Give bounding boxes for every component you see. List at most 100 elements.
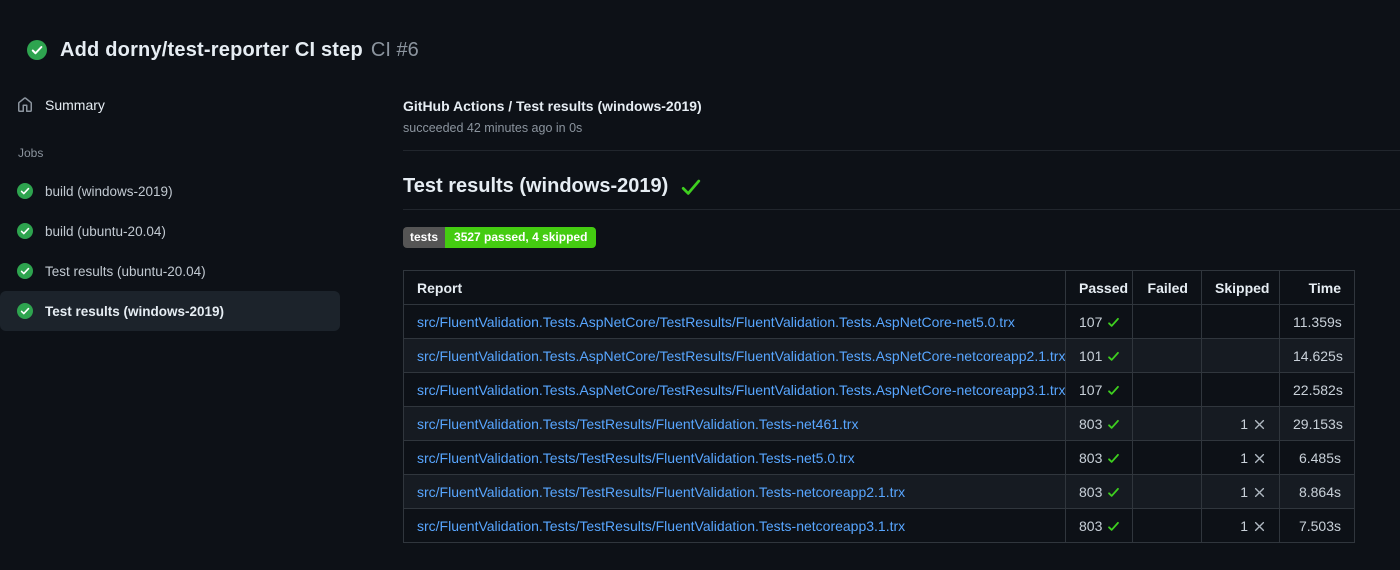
report-link[interactable]: src/FluentValidation.Tests.AspNetCore/Te… — [417, 382, 1065, 398]
report-cell: src/FluentValidation.Tests/TestResults/F… — [403, 406, 1066, 441]
time-cell: 22.582s — [1279, 372, 1355, 407]
table-row: src/FluentValidation.Tests/TestResults/F… — [403, 508, 1355, 543]
column-header-failed: Failed — [1132, 270, 1202, 305]
skipped-cell — [1201, 372, 1280, 407]
check-header: GitHub Actions / Test results (windows-2… — [403, 98, 1400, 135]
report-cell: src/FluentValidation.Tests.AspNetCore/Te… — [403, 338, 1066, 373]
home-icon — [18, 97, 32, 112]
content: Summary Jobs build (windows-2019) build … — [0, 70, 1400, 543]
sidebar-item-summary[interactable]: Summary — [0, 88, 390, 122]
check-circle-icon — [27, 40, 47, 60]
sidebar-job-label: build (ubuntu-20.04) — [45, 223, 166, 239]
time-cell: 11.359s — [1279, 304, 1355, 339]
test-results-table: Report Passed Failed Skipped Time src/Fl… — [403, 270, 1355, 543]
section-title-row: Test results (windows-2019) — [403, 175, 1400, 198]
check-icon — [1108, 317, 1120, 327]
run-number: CI #6 — [370, 38, 419, 61]
run-title: Add dorny/test-reporter CI step — [60, 38, 363, 61]
check-icon — [682, 179, 701, 195]
failed-cell — [1132, 440, 1202, 475]
report-cell: src/FluentValidation.Tests/TestResults/F… — [403, 440, 1066, 475]
x-icon — [1254, 453, 1265, 463]
passed-cell: 803 — [1065, 474, 1133, 509]
sidebar-summary-label: Summary — [45, 97, 105, 113]
skipped-cell: 1 — [1201, 440, 1280, 475]
check-icon — [1108, 453, 1120, 463]
skipped-cell: 1 — [1201, 474, 1280, 509]
column-header-time: Time — [1279, 270, 1355, 305]
check-circle-icon — [17, 263, 33, 279]
passed-cell: 107 — [1065, 372, 1133, 407]
check-icon — [1108, 419, 1120, 429]
passed-cell: 107 — [1065, 304, 1133, 339]
check-icon — [1108, 351, 1120, 361]
x-icon — [1254, 419, 1265, 429]
main-panel: GitHub Actions / Test results (windows-2… — [390, 70, 1400, 543]
check-icon — [1108, 385, 1120, 395]
time-cell: 14.625s — [1279, 338, 1355, 373]
report-cell: src/FluentValidation.Tests.AspNetCore/Te… — [403, 304, 1066, 339]
column-header-report: Report — [403, 270, 1066, 305]
report-link[interactable]: src/FluentValidation.Tests/TestResults/F… — [417, 518, 905, 534]
report-link[interactable]: src/FluentValidation.Tests.AspNetCore/Te… — [417, 348, 1065, 364]
sidebar: Summary Jobs build (windows-2019) build … — [0, 70, 390, 331]
sidebar-job-item[interactable]: Test results (windows-2019) — [0, 291, 340, 331]
x-icon — [1254, 487, 1265, 497]
table-row: src/FluentValidation.Tests/TestResults/F… — [403, 440, 1355, 475]
table-row: src/FluentValidation.Tests/TestResults/F… — [403, 474, 1355, 509]
table-row: src/FluentValidation.Tests/TestResults/F… — [403, 406, 1355, 441]
failed-cell — [1132, 406, 1202, 441]
tests-badge: tests 3527 passed, 4 skipped — [403, 227, 597, 248]
passed-cell: 803 — [1065, 440, 1133, 475]
check-name: GitHub Actions / Test results (windows-2… — [403, 98, 702, 114]
passed-cell: 101 — [1065, 338, 1133, 373]
column-header-skipped: Skipped — [1201, 270, 1280, 305]
time-cell: 8.864s — [1279, 474, 1355, 509]
table-row: src/FluentValidation.Tests.AspNetCore/Te… — [403, 372, 1355, 407]
skipped-cell: 1 — [1201, 406, 1280, 441]
failed-cell — [1132, 372, 1202, 407]
sidebar-job-label: Test results (ubuntu-20.04) — [45, 263, 206, 279]
report-link[interactable]: src/FluentValidation.Tests/TestResults/F… — [417, 416, 858, 432]
divider — [403, 150, 1400, 151]
table-row: src/FluentValidation.Tests.AspNetCore/Te… — [403, 338, 1355, 373]
failed-cell — [1132, 338, 1202, 373]
report-link[interactable]: src/FluentValidation.Tests/TestResults/F… — [417, 450, 855, 466]
passed-cell: 803 — [1065, 406, 1133, 441]
tests-badge-value: 3527 passed, 4 skipped — [445, 227, 597, 248]
check-circle-icon — [17, 223, 33, 239]
check-icon — [1108, 521, 1120, 531]
tests-badge-label: tests — [403, 227, 446, 248]
check-icon — [1108, 487, 1120, 497]
table-header-row: Report Passed Failed Skipped Time — [403, 270, 1355, 305]
sidebar-jobs: build (windows-2019) build (ubuntu-20.04… — [0, 171, 390, 331]
column-header-passed: Passed — [1065, 270, 1133, 305]
section-title: Test results (windows-2019) — [403, 175, 669, 197]
skipped-cell — [1201, 304, 1280, 339]
skipped-cell: 1 — [1201, 508, 1280, 543]
run-header: Add dorny/test-reporter CI step CI #6 — [0, 0, 1400, 70]
report-link[interactable]: src/FluentValidation.Tests/TestResults/F… — [417, 484, 905, 500]
sidebar-job-label: build (windows-2019) — [45, 183, 173, 199]
check-circle-icon — [17, 183, 33, 199]
time-cell: 6.485s — [1279, 440, 1355, 475]
report-cell: src/FluentValidation.Tests/TestResults/F… — [403, 474, 1066, 509]
check-status-line: succeeded 42 minutes ago in 0s — [403, 121, 583, 135]
sidebar-job-item[interactable]: Test results (ubuntu-20.04) — [0, 251, 340, 291]
divider — [403, 209, 1400, 210]
failed-cell — [1132, 508, 1202, 543]
check-circle-icon — [17, 303, 33, 319]
sidebar-job-label: Test results (windows-2019) — [45, 303, 225, 319]
time-cell: 29.153s — [1279, 406, 1355, 441]
passed-cell: 803 — [1065, 508, 1133, 543]
table-row: src/FluentValidation.Tests.AspNetCore/Te… — [403, 304, 1355, 339]
sidebar-job-item[interactable]: build (windows-2019) — [0, 171, 340, 211]
skipped-cell — [1201, 338, 1280, 373]
failed-cell — [1132, 304, 1202, 339]
time-cell: 7.503s — [1279, 508, 1355, 543]
x-icon — [1254, 521, 1265, 531]
sidebar-job-item[interactable]: build (ubuntu-20.04) — [0, 211, 340, 251]
report-link[interactable]: src/FluentValidation.Tests.AspNetCore/Te… — [417, 314, 1015, 330]
sidebar-jobs-heading: Jobs — [18, 146, 44, 160]
report-cell: src/FluentValidation.Tests.AspNetCore/Te… — [403, 372, 1066, 407]
